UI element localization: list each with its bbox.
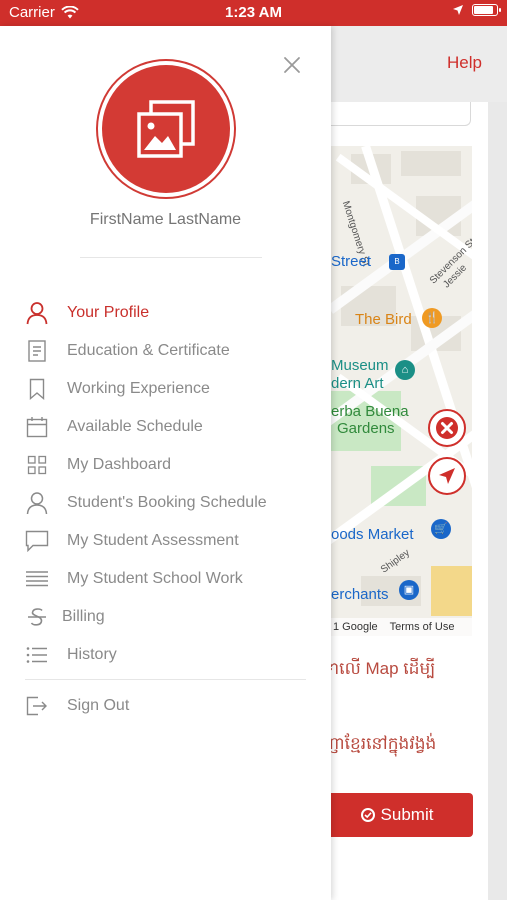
map-footer: 1 Google Terms of Use <box>331 618 472 636</box>
menu-item-label: Billing <box>62 608 105 625</box>
location-arrow-icon <box>453 5 463 15</box>
menu-item-student-assessment[interactable]: My Student Assessment <box>0 522 331 560</box>
menu-item-label: Available Schedule <box>67 418 203 435</box>
submit-button[interactable]: Submit <box>321 793 473 837</box>
close-icon <box>284 57 300 73</box>
chat-bubble-icon <box>25 529 49 553</box>
grid-icon <box>25 453 49 477</box>
battery-icon <box>472 4 501 16</box>
menu-item-your-profile[interactable]: Your Profile <box>0 294 331 332</box>
list-icon <box>25 643 49 667</box>
menu-item-history[interactable]: History <box>0 636 331 674</box>
status-bar: Carrier 1:23 AM <box>0 0 507 26</box>
strikethrough-s-icon <box>25 605 49 629</box>
close-circle-icon <box>436 417 458 439</box>
menu-divider <box>25 679 306 680</box>
transit-icon: B <box>389 254 405 270</box>
map-block <box>401 151 461 176</box>
image-placeholder-icon <box>137 100 195 158</box>
instruction-text-1: ទាលើ Map ដើម្បី <box>323 659 436 678</box>
map-street-label: Shipley <box>378 547 412 576</box>
side-drawer: FirstName LastName Your Profile Educatio… <box>0 26 331 900</box>
background-input[interactable] <box>331 102 471 126</box>
document-icon <box>25 339 49 363</box>
menu-item-student-school-work[interactable]: My Student School Work <box>0 560 331 598</box>
sign-out-label: Sign Out <box>67 697 130 714</box>
menu-item-label: Student's Booking Schedule <box>67 494 267 511</box>
menu-item-working-experience[interactable]: Working Experience <box>0 370 331 408</box>
menu-item-label: Education & Certificate <box>67 342 230 359</box>
map-terms-link[interactable]: Terms of Use <box>390 621 455 633</box>
avatar[interactable] <box>96 59 236 199</box>
user-name: FirstName LastName <box>89 211 242 228</box>
menu-item-billing[interactable]: Billing <box>0 598 331 636</box>
check-circle-icon <box>360 808 375 822</box>
current-location-button[interactable] <box>428 457 466 495</box>
profile-divider <box>80 257 262 258</box>
map-place-label: The Bird <box>355 311 412 328</box>
menu-item-available-schedule[interactable]: Available Schedule <box>0 408 331 446</box>
background-header: Help <box>331 26 507 102</box>
navigation-arrow-icon <box>439 468 455 484</box>
menu-item-label: Your Profile <box>67 304 150 321</box>
calendar-icon <box>25 415 49 439</box>
map-place-label: Museum <box>331 357 389 374</box>
menu-item-student-booking-schedule[interactable]: Student's Booking Schedule <box>0 484 331 522</box>
map-place-label: Gardens <box>337 420 395 437</box>
help-link[interactable]: Help <box>447 53 482 73</box>
status-time: 1:23 AM <box>225 4 282 21</box>
user-icon <box>25 491 49 515</box>
menu-item-label: My Student School Work <box>67 570 243 587</box>
map-area <box>431 566 472 616</box>
shopping-cart-icon: 🛒 <box>431 519 451 539</box>
close-drawer-button[interactable] <box>279 52 305 78</box>
shopping-bag-icon: ▣ <box>399 580 419 600</box>
instruction-text-2: ញាខ្មែរនៅក្នុងវង្វង់ <box>323 734 437 753</box>
map-place-label: erchants <box>331 586 389 603</box>
menu-item-label: Working Experience <box>67 380 210 397</box>
map-attribution: 1 Google <box>333 621 378 633</box>
sign-out-button[interactable]: Sign Out <box>0 687 331 725</box>
museum-icon: ⌂ <box>395 360 415 380</box>
battery-fill <box>474 6 493 14</box>
sign-out-icon <box>25 694 49 718</box>
menu-item-label: My Dashboard <box>67 456 172 473</box>
avatar-circle <box>102 65 230 193</box>
map-place-label: erba Buena <box>331 403 409 420</box>
restaurant-icon: 🍴 <box>422 308 442 328</box>
map-place-label: dern Art <box>331 375 384 392</box>
submit-label: Submit <box>380 805 434 824</box>
menu-item-label: History <box>67 646 117 663</box>
map-view[interactable]: Montgomery St Street B Stevenson St Jess… <box>331 146 472 636</box>
clear-location-button[interactable] <box>428 409 466 447</box>
lines-icon <box>25 567 49 591</box>
map-street-label: Street <box>331 253 372 270</box>
bookmark-icon <box>25 377 49 401</box>
user-icon <box>25 301 49 325</box>
map-place-label: oods Market <box>331 526 414 543</box>
menu-item-label: My Student Assessment <box>67 532 239 549</box>
menu-item-education[interactable]: Education & Certificate <box>0 332 331 370</box>
background-screen: Help Montgomery St Street B Stevenson St… <box>321 26 507 900</box>
status-right <box>452 4 501 16</box>
menu-item-my-dashboard[interactable]: My Dashboard <box>0 446 331 484</box>
